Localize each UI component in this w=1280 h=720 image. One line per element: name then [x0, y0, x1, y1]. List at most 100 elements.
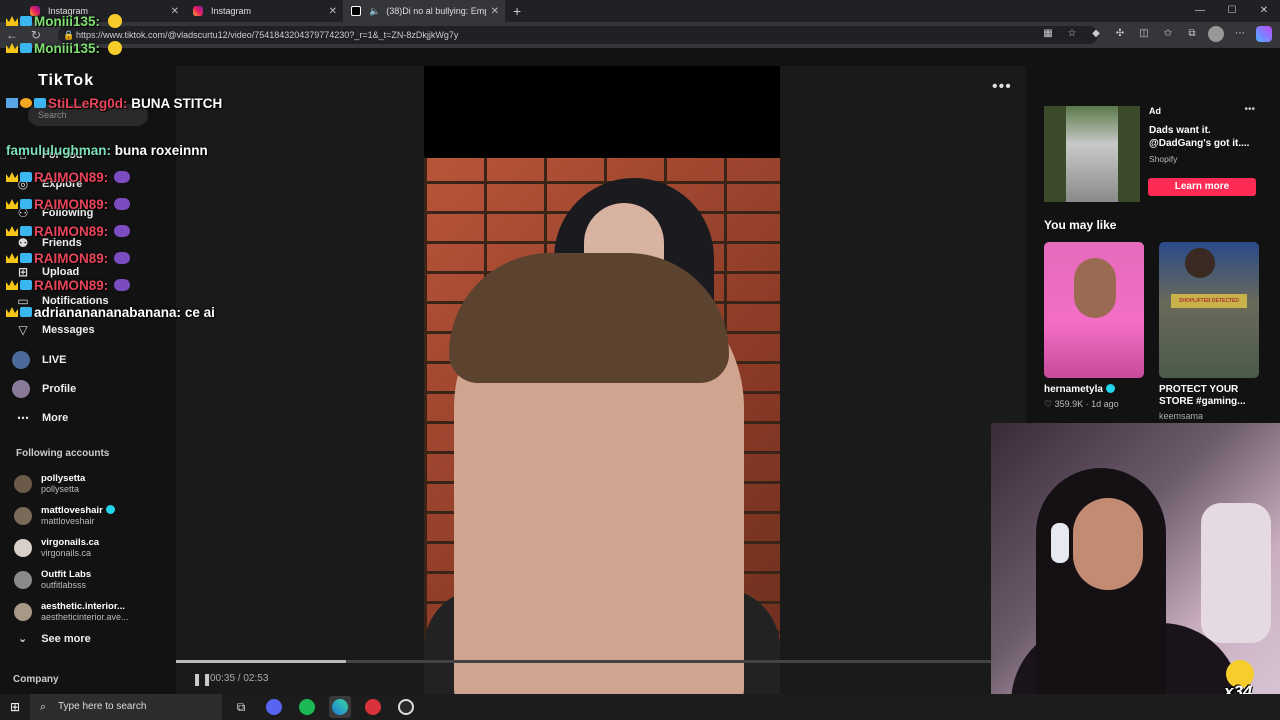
collections-icon[interactable]: ⧉	[1184, 26, 1200, 42]
chat-message: Moniii135:	[6, 41, 122, 56]
chat-message: adriananananabanana: ce ai	[6, 305, 215, 320]
following-account[interactable]: Outfit Labs outfitlabsss	[14, 564, 174, 596]
crown-icon	[6, 226, 18, 236]
card-caption: hernametyla	[1044, 384, 1144, 396]
emoji-icon	[114, 225, 131, 237]
video-player[interactable]	[424, 66, 780, 694]
emoji-icon	[114, 171, 131, 183]
sword-icon	[6, 98, 18, 108]
sub-badge-icon	[20, 172, 32, 182]
video-progress-bar[interactable]	[176, 660, 1026, 663]
message-icon: ▽	[18, 323, 28, 338]
edge-icon[interactable]	[329, 696, 351, 718]
avatar	[14, 603, 32, 621]
taskbar: ⊞ ⌕ Type here to search ⧉	[0, 694, 1280, 720]
new-tab-icon[interactable]: +	[513, 3, 521, 19]
sidebar-item-profile[interactable]: Profile	[12, 374, 172, 403]
close-window-icon[interactable]: ✕	[1248, 0, 1280, 22]
puzzle-icon[interactable]: ✣	[1112, 26, 1128, 42]
sub-badge-icon	[20, 199, 32, 209]
card-meta: ♡ 359.9K · 1d ago	[1044, 399, 1119, 409]
verified-icon	[1105, 384, 1115, 393]
recommended-card[interactable]: hernametyla ♡ 359.9K · 1d ago	[1044, 242, 1144, 410]
ad-card[interactable]: Ad ••• Dads want it. @DadGang's got it..…	[1044, 104, 1259, 202]
video-time: 00:35 / 02:53	[210, 673, 269, 684]
address-bar: ← ↻ 🔒 https://www.tiktok.com/@vladscurtu…	[0, 22, 1280, 48]
reader-icon[interactable]: ▦	[1040, 26, 1056, 42]
search-icon: ⌕	[40, 701, 47, 713]
learn-more-button[interactable]: Learn more	[1148, 178, 1256, 196]
tab-tiktok[interactable]: 🔈 (38)Di no al bullying: Empo ✕	[343, 0, 505, 22]
more-options-icon[interactable]: •••	[992, 78, 1012, 96]
video-thumbnail	[1044, 242, 1144, 378]
speaker-icon[interactable]: 🔈	[369, 6, 380, 17]
reload-icon[interactable]: ↻	[24, 28, 48, 42]
recommended-card[interactable]: SHOPLIFTER DETECTED PROTECT YOUR STORE #…	[1159, 242, 1259, 421]
browser-tab-bar: Instagram ✕ Instagram ✕ 🔈 (38)Di no al b…	[0, 0, 1280, 22]
sub-badge-icon	[20, 307, 32, 317]
minimize-icon[interactable]: —	[1184, 0, 1216, 22]
taskbar-search-input[interactable]: ⌕ Type here to search	[30, 694, 222, 720]
copilot-icon[interactable]	[1256, 26, 1272, 42]
star-icon[interactable]: ☆	[1064, 26, 1080, 42]
chat-message: RAIMON89:	[6, 224, 131, 239]
maximize-icon[interactable]: ☐	[1216, 0, 1248, 22]
following-accounts-list: pollysetta pollysetta mattloveshair mattlo…	[14, 468, 174, 628]
task-view-icon[interactable]: ⧉	[230, 696, 252, 718]
profile-avatar[interactable]	[1208, 26, 1224, 42]
tab-instagram-2[interactable]: Instagram ✕	[185, 0, 343, 22]
sub-badge-icon	[20, 226, 32, 236]
ad-image	[1044, 106, 1140, 202]
sub-badge-icon	[20, 280, 32, 290]
chat-message: RAIMON89:	[6, 251, 131, 266]
chat-message: RAIMON89:	[6, 278, 131, 293]
sidebar-item-more[interactable]: ⋯ More	[12, 404, 172, 433]
following-account[interactable]: aesthetic.interior... aestheticinterior.a…	[14, 596, 174, 628]
extension-icons: ▦ ☆ ◆ ✣ ◫ ✩ ⧉ ⋯	[1040, 26, 1272, 42]
sidebar-item-live[interactable]: LIVE	[12, 345, 172, 374]
ad-text: Dads want it. @DadGang's got it....	[1149, 125, 1250, 149]
crown-icon	[6, 172, 18, 182]
following-account[interactable]: pollysetta pollysetta	[14, 468, 174, 500]
discord-icon[interactable]	[263, 696, 285, 718]
instagram-icon	[193, 6, 203, 16]
ad-brand: Shopify	[1149, 154, 1178, 164]
back-icon[interactable]: ←	[0, 28, 24, 42]
ad-more-icon[interactable]: •••	[1244, 104, 1255, 115]
game-app-icon[interactable]	[362, 696, 384, 718]
emoji-icon	[107, 14, 122, 28]
chat-message: StiLLeRg0d: BUNA STITCH	[6, 96, 222, 111]
menu-dots-icon[interactable]: ⋯	[1232, 26, 1248, 42]
close-icon[interactable]: ✕	[329, 6, 337, 17]
video-thumbnail: SHOPLIFTER DETECTED	[1159, 242, 1259, 378]
emoji-icon	[114, 252, 131, 264]
more-icon: ⋯	[17, 411, 29, 426]
crown-icon	[6, 16, 18, 26]
company-link[interactable]: Company	[13, 674, 59, 685]
split-screen-icon[interactable]: ◫	[1136, 26, 1152, 42]
windows-start-icon[interactable]: ⊞	[0, 700, 30, 714]
card-author: keemsama	[1159, 411, 1204, 421]
favorites-icon[interactable]: ✩	[1160, 26, 1176, 42]
crown-icon	[6, 307, 18, 317]
following-account[interactable]: mattloveshair mattloveshair	[14, 500, 174, 532]
see-more-button[interactable]: ⌄ See more	[18, 632, 91, 645]
sidebar-item-messages[interactable]: ▽ Messages	[12, 316, 172, 345]
chat-message: RAIMON89:	[6, 197, 131, 212]
spotify-icon[interactable]	[296, 696, 318, 718]
sub-badge-icon	[20, 253, 32, 263]
chat-message: Moniii135:	[6, 14, 122, 29]
live-icon	[12, 350, 30, 369]
avatar	[14, 571, 32, 589]
verified-icon	[105, 505, 115, 514]
close-icon[interactable]: ✕	[171, 6, 179, 17]
crown-icon	[6, 199, 18, 209]
ad-label: Ad	[1149, 106, 1161, 116]
extension-icon[interactable]: ◆	[1088, 26, 1104, 42]
tiktok-logo[interactable]: TikTok	[38, 72, 94, 90]
obs-icon[interactable]	[395, 696, 417, 718]
profile-icon	[12, 380, 30, 399]
url-field[interactable]: 🔒 https://www.tiktok.com/@vladscurtu12/v…	[58, 26, 1098, 44]
close-icon[interactable]: ✕	[491, 6, 499, 17]
following-account[interactable]: virgonails.ca virgonails.ca	[14, 532, 174, 564]
